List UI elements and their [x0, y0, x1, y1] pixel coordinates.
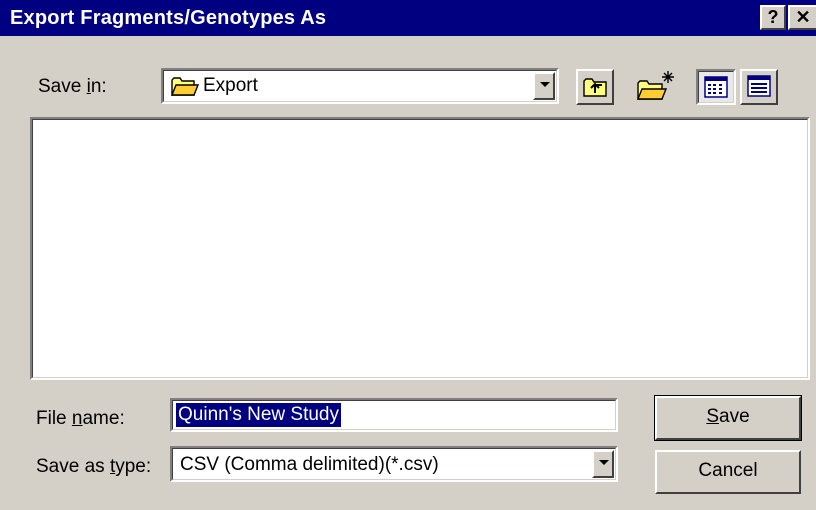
up-one-level-button[interactable] — [576, 69, 614, 105]
save-as-type-arrow-button[interactable] — [592, 450, 614, 478]
save-as-type-label: Save as type: — [36, 456, 152, 477]
title-bar[interactable]: Export Fragments/Genotypes As ? ✕ — [0, 0, 816, 36]
list-view-button[interactable] — [696, 69, 736, 105]
file-name-label: File name: — [36, 408, 125, 429]
window-title: Export Fragments/Genotypes As — [10, 7, 327, 29]
save-in-dropdown[interactable]: Export — [161, 68, 559, 104]
cancel-button[interactable]: Cancel — [655, 450, 801, 494]
close-button[interactable]: ✕ — [788, 5, 816, 30]
close-icon: ✕ — [795, 7, 811, 27]
file-list-area[interactable] — [30, 117, 810, 380]
save-as-type-select[interactable]: CSV (Comma delimited)(*.csv) — [170, 446, 618, 482]
details-view-icon — [747, 75, 771, 103]
help-icon: ? — [767, 7, 779, 27]
create-new-folder-icon — [634, 69, 676, 109]
list-view-icon — [704, 76, 728, 104]
help-button[interactable]: ? — [760, 5, 786, 30]
file-name-input[interactable]: Quinn's New Study — [170, 398, 618, 432]
save-as-type-value: CSV (Comma delimited)(*.csv) — [180, 454, 439, 475]
save-in-label: Save in: — [38, 76, 107, 97]
details-view-button[interactable] — [740, 69, 778, 105]
save-button[interactable]: Save — [654, 395, 802, 441]
up-one-level-icon — [582, 74, 608, 106]
save-in-value: Export — [203, 75, 258, 96]
folder-icon — [170, 75, 200, 103]
file-name-value: Quinn's New Study — [176, 403, 341, 427]
create-new-folder-button[interactable] — [634, 69, 676, 105]
save-in-arrow-button[interactable] — [533, 72, 555, 100]
